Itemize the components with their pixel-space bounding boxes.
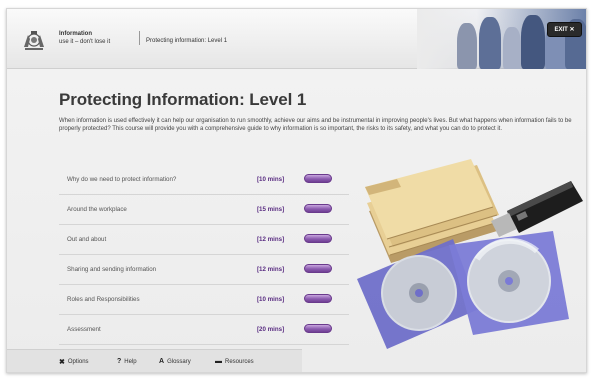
- topic-name: Out and about: [67, 236, 107, 243]
- question-icon: ?: [117, 358, 122, 365]
- topic-row[interactable]: Roles and Responsibilities [10 mins]: [59, 285, 349, 315]
- topic-duration: [15 mins]: [257, 206, 285, 213]
- options-label: Options: [67, 359, 89, 365]
- topic-start-button[interactable]: [304, 294, 332, 303]
- topic-name: Assessment: [67, 326, 101, 333]
- topic-start-button[interactable]: [304, 324, 332, 333]
- exit-button[interactable]: EXIT ✕: [547, 22, 582, 37]
- topic-start-button[interactable]: [304, 264, 332, 273]
- topic-duration: [12 mins]: [257, 266, 285, 273]
- az-icon: A: [159, 358, 165, 365]
- media-illustration: [357, 159, 583, 349]
- topic-start-button[interactable]: [304, 234, 332, 243]
- header-divider: [139, 31, 140, 45]
- resources-label: Resources: [225, 358, 254, 365]
- topic-row[interactable]: Out and about [12 mins]: [59, 225, 349, 255]
- topic-duration: [12 mins]: [257, 236, 285, 243]
- usb-stick-image: [491, 181, 583, 237]
- topic-row[interactable]: Why do we need to protect information? […: [59, 165, 349, 195]
- footer-bar: ✖ Options ? Help A Glossary ▬ Resources: [7, 349, 302, 372]
- topic-name: Sharing and sending information: [67, 266, 157, 273]
- topic-start-button[interactable]: [304, 204, 332, 213]
- topic-list: Why do we need to protect information? […: [59, 165, 349, 345]
- page-title: Protecting Information: Level 1: [59, 90, 307, 109]
- help-button[interactable]: ? Help: [117, 358, 137, 365]
- options-button[interactable]: ✖ Options: [59, 358, 89, 366]
- help-label: Help: [124, 358, 137, 365]
- topic-row[interactable]: Assessment [20 mins]: [59, 315, 349, 345]
- header-photo: [417, 9, 586, 69]
- folder-icon: ▬: [215, 358, 222, 365]
- royal-crest-icon: [24, 31, 44, 50]
- topic-duration: [20 mins]: [257, 326, 285, 333]
- glossary-button[interactable]: A Glossary: [159, 358, 191, 365]
- topic-name: Around the workplace: [67, 206, 127, 213]
- breadcrumb: Protecting information: Level 1: [146, 38, 228, 44]
- intro-text: When information is used effectively it …: [59, 118, 572, 132]
- header-bar: Information use it – don't lose it Prote…: [7, 9, 586, 69]
- brand-title: Information: [59, 31, 92, 37]
- topic-row[interactable]: Sharing and sending information [12 mins…: [59, 255, 349, 285]
- course-window: Information use it – don't lose it Prote…: [6, 8, 587, 373]
- topic-name: Roles and Responsibilities: [67, 296, 140, 303]
- topic-duration: [10 mins]: [257, 296, 285, 303]
- brand-tagline: use it – don't lose it: [59, 39, 111, 45]
- topic-name: Why do we need to protect information?: [67, 176, 177, 183]
- topic-duration: [10 mins]: [257, 176, 285, 183]
- brand-label: Information use it – don't lose it: [59, 30, 110, 46]
- resources-button[interactable]: ▬ Resources: [215, 358, 254, 365]
- glossary-label: Glossary: [167, 358, 191, 365]
- topic-start-button[interactable]: [304, 174, 332, 183]
- tools-icon: ✖: [59, 359, 65, 366]
- topic-row[interactable]: Around the workplace [15 mins]: [59, 195, 349, 225]
